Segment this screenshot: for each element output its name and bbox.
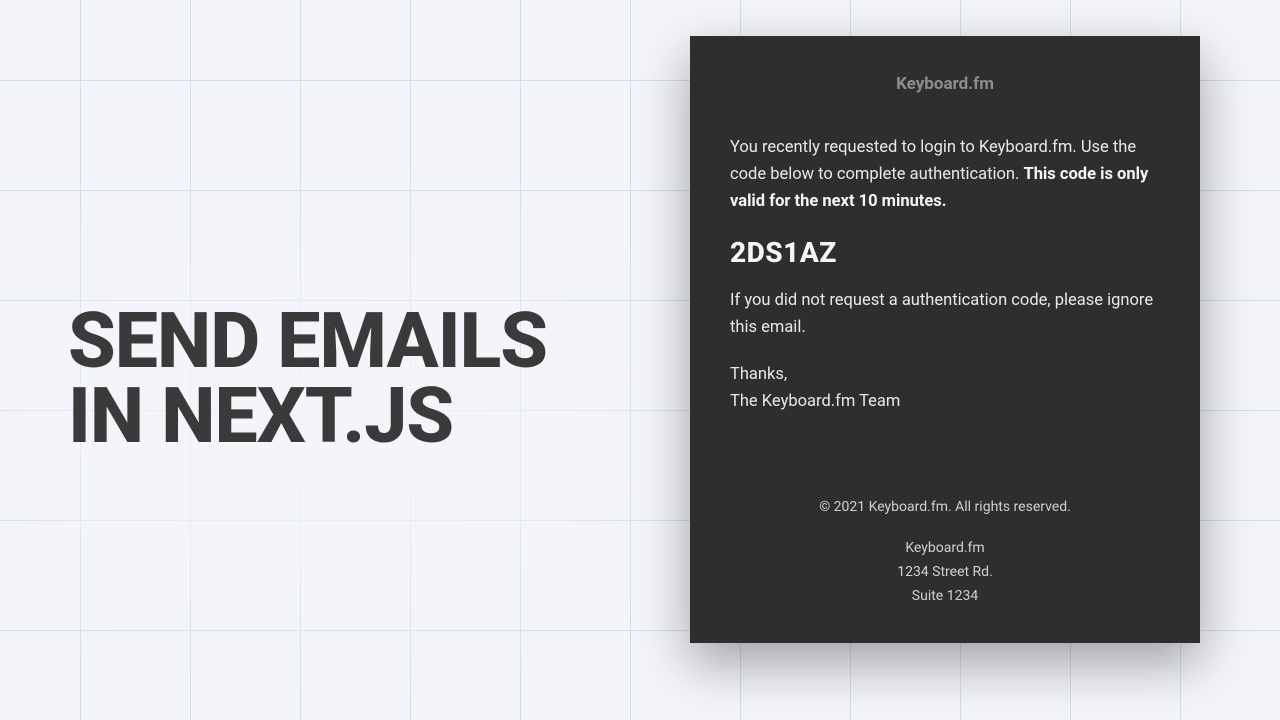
email-intro-paragraph: You recently requested to login to Keybo… <box>730 134 1160 216</box>
signoff-thanks: Thanks, <box>730 361 1160 388</box>
email-brand: Keyboard.fm <box>730 74 1160 94</box>
headline-line-2: IN NEXT.JS <box>68 379 547 454</box>
footer-copyright: © 2021 Keyboard.fm. All rights reserved. <box>730 496 1160 520</box>
auth-code: 2DS1AZ <box>730 236 1160 269</box>
footer-street: 1234 Street Rd. <box>730 561 1160 585</box>
page-headline: SEND EMAILS IN NEXT.JS <box>68 304 547 455</box>
headline-line-1: SEND EMAILS <box>68 304 547 379</box>
email-footer: © 2021 Keyboard.fm. All rights reserved.… <box>730 496 1160 609</box>
footer-suite: Suite 1234 <box>730 585 1160 609</box>
email-ignore-text: If you did not request a authentication … <box>730 287 1160 341</box>
email-signoff: Thanks, The Keyboard.fm Team <box>730 361 1160 415</box>
email-preview-card: Keyboard.fm You recently requested to lo… <box>690 36 1200 643</box>
signoff-team: The Keyboard.fm Team <box>730 388 1160 415</box>
footer-company: Keyboard.fm <box>730 537 1160 561</box>
